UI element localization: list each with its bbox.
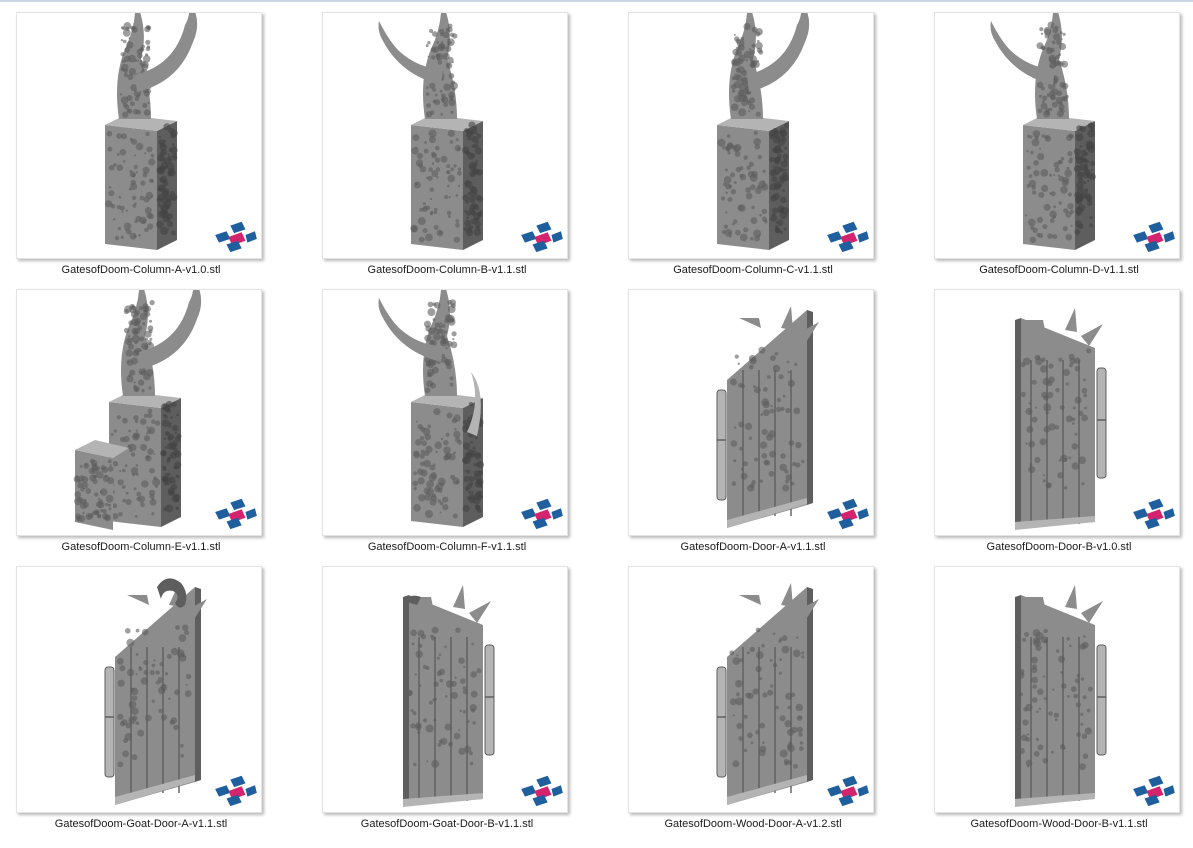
file-tile[interactable]: GatesofDoom-Column-D-v1.1.stl — [924, 12, 1193, 289]
file-name-label[interactable]: GatesofDoom-Wood-Door-A-v1.2.stl — [618, 818, 888, 830]
file-name-label[interactable]: GatesofDoom-Column-A-v1.0.stl — [6, 264, 276, 276]
file-grid: GatesofDoom-Column-A-v1.0.stl GatesofDoo… — [6, 12, 1193, 843]
file-tile[interactable]: GatesofDoom-Door-A-v1.1.stl — [618, 289, 924, 566]
file-name-label[interactable]: GatesofDoom-Wood-Door-B-v1.1.stl — [924, 818, 1193, 830]
file-tile[interactable]: GatesofDoom-Goat-Door-B-v1.1.stl — [312, 566, 618, 843]
file-thumbnail[interactable] — [322, 12, 568, 259]
file-name-label[interactable]: GatesofDoom-Column-E-v1.1.stl — [6, 541, 276, 553]
file-thumbnail[interactable] — [628, 289, 874, 536]
file-name-label[interactable]: GatesofDoom-Door-A-v1.1.stl — [618, 541, 888, 553]
file-tile[interactable]: GatesofDoom-Wood-Door-A-v1.2.stl — [618, 566, 924, 843]
file-thumbnail[interactable] — [322, 566, 568, 813]
file-tile[interactable]: GatesofDoom-Door-B-v1.0.stl — [924, 289, 1193, 566]
file-name-label[interactable]: GatesofDoom-Column-C-v1.1.stl — [618, 264, 888, 276]
stl-viewer-logo-icon — [827, 221, 869, 253]
stl-viewer-logo-icon — [1133, 775, 1175, 807]
file-tile[interactable]: GatesofDoom-Wood-Door-B-v1.1.stl — [924, 566, 1193, 843]
file-tile[interactable]: GatesofDoom-Column-A-v1.0.stl — [6, 12, 312, 289]
stl-viewer-logo-icon — [215, 498, 257, 530]
stl-viewer-logo-icon — [215, 221, 257, 253]
file-name-label[interactable]: GatesofDoom-Door-B-v1.0.stl — [924, 541, 1193, 553]
stl-viewer-logo-icon — [521, 498, 563, 530]
stl-viewer-logo-icon — [521, 775, 563, 807]
file-tile[interactable]: GatesofDoom-Column-C-v1.1.stl — [618, 12, 924, 289]
file-tile[interactable]: GatesofDoom-Column-E-v1.1.stl — [6, 289, 312, 566]
file-tile[interactable]: GatesofDoom-Column-B-v1.1.stl — [312, 12, 618, 289]
file-thumbnail[interactable] — [628, 566, 874, 813]
file-thumbnail[interactable] — [16, 566, 262, 813]
stl-viewer-logo-icon — [827, 498, 869, 530]
stl-viewer-logo-icon — [1133, 221, 1175, 253]
file-thumbnail[interactable] — [16, 289, 262, 536]
window-top-border — [0, 0, 1193, 2]
file-name-label[interactable]: GatesofDoom-Goat-Door-A-v1.1.stl — [6, 818, 276, 830]
stl-viewer-logo-icon — [1133, 498, 1175, 530]
file-thumbnail[interactable] — [934, 566, 1180, 813]
file-name-label[interactable]: GatesofDoom-Column-B-v1.1.stl — [312, 264, 582, 276]
file-thumbnail[interactable] — [934, 12, 1180, 259]
file-tile[interactable]: GatesofDoom-Column-F-v1.1.stl — [312, 289, 618, 566]
file-name-label[interactable]: GatesofDoom-Goat-Door-B-v1.1.stl — [312, 818, 582, 830]
file-name-label[interactable]: GatesofDoom-Column-F-v1.1.stl — [312, 541, 582, 553]
file-thumbnail[interactable] — [628, 12, 874, 259]
file-tile[interactable]: GatesofDoom-Goat-Door-A-v1.1.stl — [6, 566, 312, 843]
file-name-label[interactable]: GatesofDoom-Column-D-v1.1.stl — [924, 264, 1193, 276]
stl-viewer-logo-icon — [521, 221, 563, 253]
stl-viewer-logo-icon — [215, 775, 257, 807]
file-thumbnail[interactable] — [322, 289, 568, 536]
stl-viewer-logo-icon — [827, 775, 869, 807]
file-thumbnail[interactable] — [16, 12, 262, 259]
file-thumbnail[interactable] — [934, 289, 1180, 536]
